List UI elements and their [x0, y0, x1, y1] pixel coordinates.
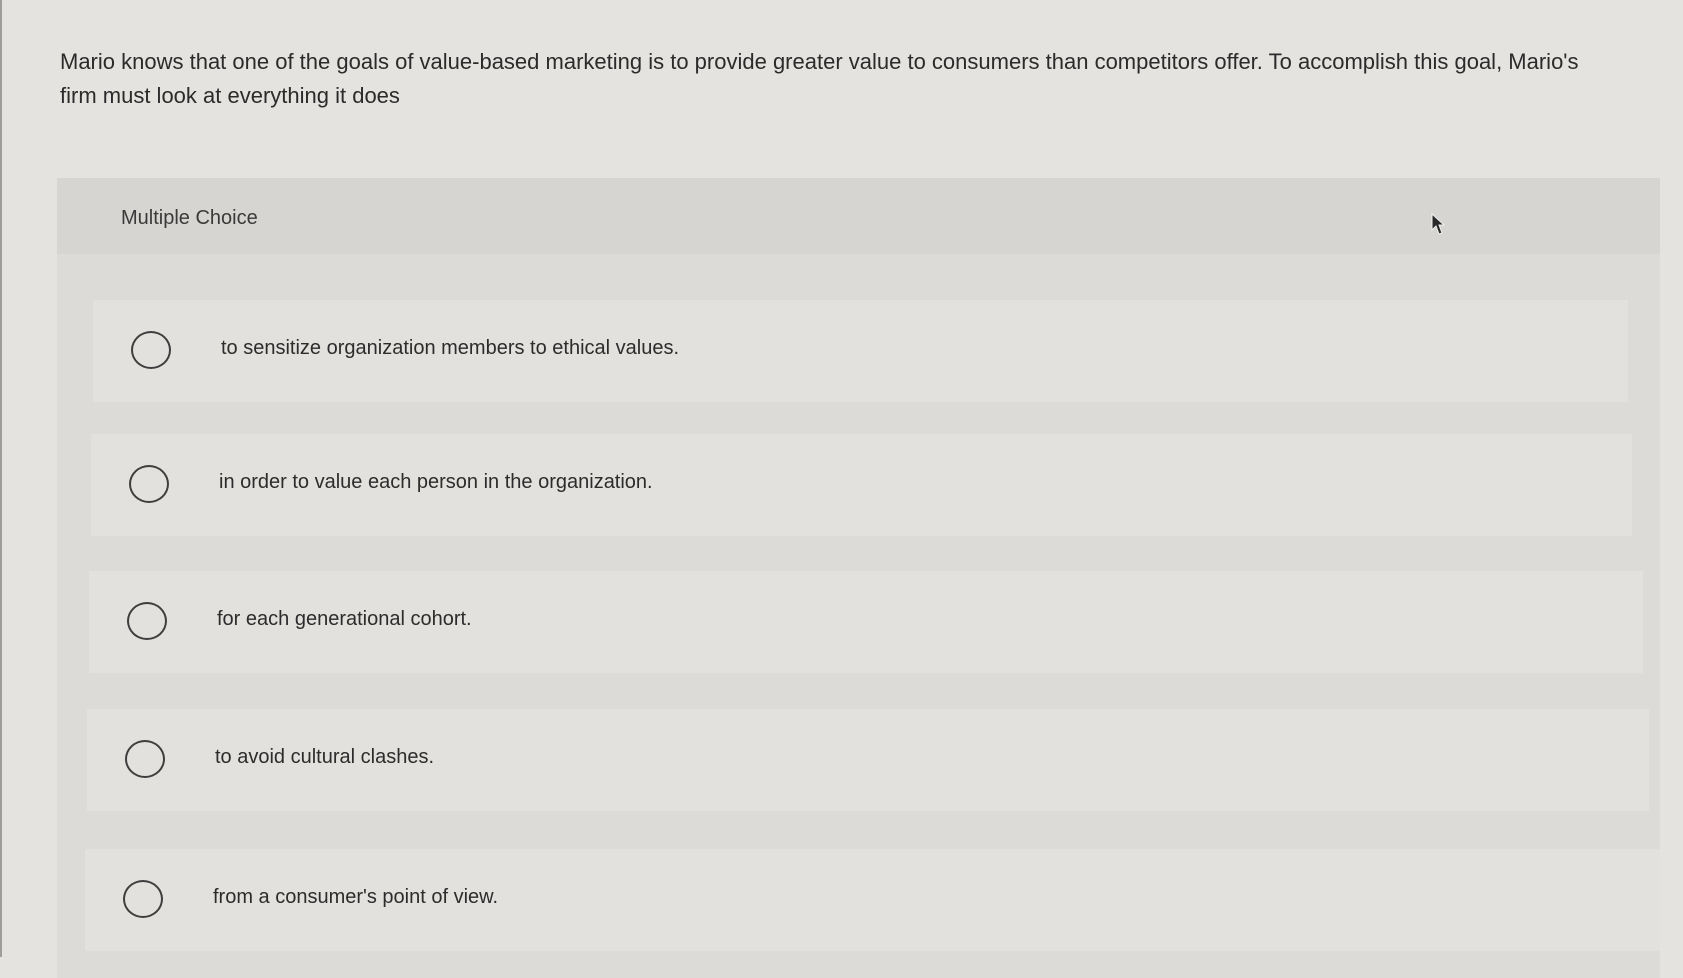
- answer-option-label: from a consumer's point of view.: [213, 886, 499, 908]
- radio-unselected-icon[interactable]: [123, 880, 163, 918]
- question-prompt: Mario knows that one of the goals of val…: [60, 49, 1579, 108]
- radio-unselected-icon[interactable]: [131, 331, 171, 369]
- radio-unselected-icon[interactable]: [129, 465, 169, 503]
- answer-option-4[interactable]: to avoid cultural clashes.: [87, 709, 1649, 811]
- answer-option-2[interactable]: in order to value each person in the org…: [91, 434, 1632, 536]
- answer-option-5[interactable]: from a consumer's point of view.: [85, 849, 1660, 951]
- answer-option-label: to sensitize organization members to eth…: [221, 337, 680, 359]
- window-left-edge: [0, 0, 2, 957]
- answer-option-label: for each generational cohort.: [217, 608, 472, 630]
- multiple-choice-title: Multiple Choice: [121, 207, 258, 229]
- radio-unselected-icon[interactable]: [127, 602, 167, 640]
- answer-option-1[interactable]: to sensitize organization members to eth…: [93, 300, 1628, 402]
- multiple-choice-header: Multiple Choice: [57, 178, 1660, 254]
- answer-option-3[interactable]: for each generational cohort.: [89, 571, 1643, 673]
- answer-option-label: to avoid cultural clashes.: [215, 746, 435, 768]
- mouse-pointer-icon: [1431, 213, 1445, 235]
- answer-option-label: in order to value each person in the org…: [219, 471, 653, 493]
- radio-unselected-icon[interactable]: [125, 740, 165, 778]
